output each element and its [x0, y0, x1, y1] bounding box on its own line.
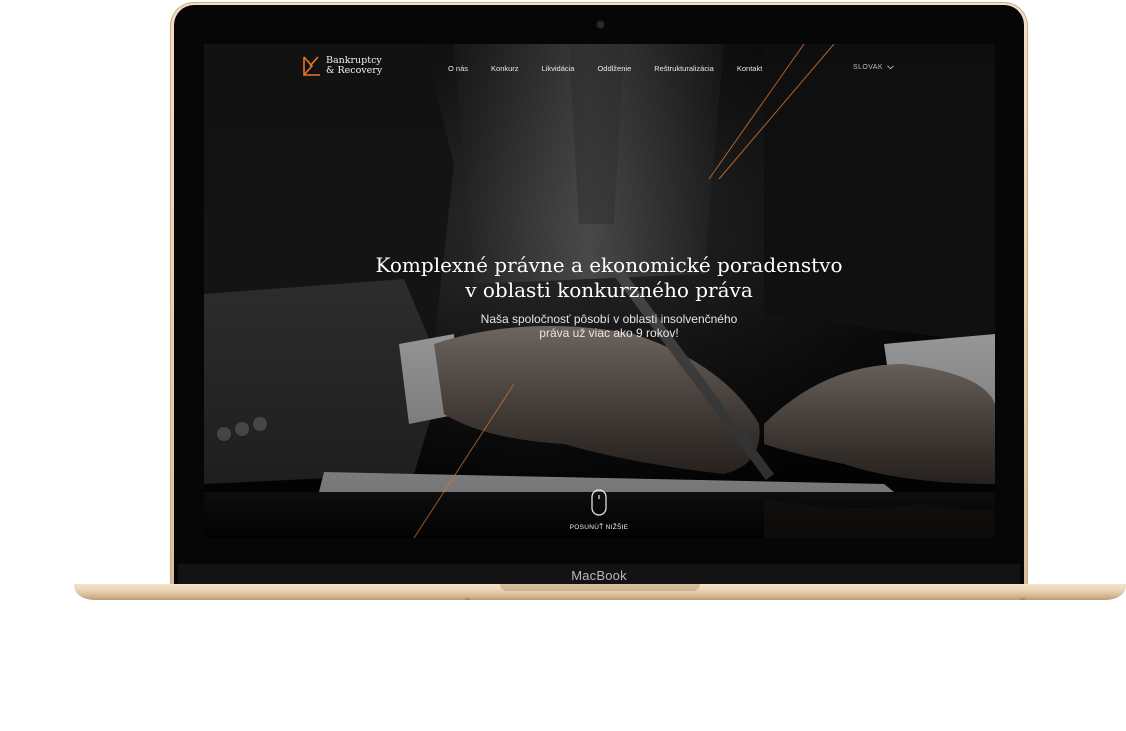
- nav-item-restrukturalizacia[interactable]: Reštrukturalizácia: [654, 64, 714, 73]
- nav-item-likvidacia[interactable]: Likvidácia: [542, 64, 575, 73]
- device-brand-label: MacBook: [571, 567, 627, 583]
- hero-subtitle-line-1: Naša spoločnosť pôsobí v oblasti insolve…: [480, 312, 738, 326]
- site-header: Bankruptcy & Recovery O nás Konkurz Likv…: [204, 44, 995, 94]
- mouse-icon: [591, 489, 607, 516]
- site-logo[interactable]: Bankruptcy & Recovery: [303, 56, 396, 76]
- nav-item-oddlzenie[interactable]: Oddlženie: [597, 64, 631, 73]
- hero-title-line-2: v oblasti konkurzného práva: [465, 278, 753, 302]
- hero-title-line-1: Komplexné právne a ekonomické poradenstv…: [375, 253, 843, 277]
- laptop-foot: [465, 598, 470, 600]
- language-selected: SLOVAK: [853, 64, 883, 71]
- laptop-foot: [1020, 598, 1025, 600]
- website-screen: Bankruptcy & Recovery O nás Konkurz Likv…: [204, 44, 995, 538]
- main-menu: O nás Konkurz Likvidácia Oddlženie Reštr…: [448, 64, 762, 73]
- logo-k-icon: [303, 56, 320, 76]
- scroll-down-label: POSUNÚŤ NIŽŠIE: [569, 524, 629, 531]
- camera-icon: [597, 21, 604, 28]
- nav-item-o-nas[interactable]: O nás: [448, 64, 468, 73]
- hero-subtitle: Naša spoločnosť pôsobí v oblasti insolve…: [434, 312, 784, 340]
- laptop-mockup: MacBook Bankruptcy & Recovery O nás Konk…: [0, 0, 1126, 731]
- language-selector[interactable]: SLOVAK: [853, 64, 894, 71]
- laptop-opening-notch: [500, 584, 700, 591]
- hero-title: Komplexné právne a ekonomické poradenstv…: [324, 253, 894, 303]
- hero-subtitle-line-2: práva už viac ako 9 rokov!: [539, 326, 679, 340]
- nav-item-kontakt[interactable]: Kontakt: [737, 64, 762, 73]
- bezel-chin: MacBook: [178, 564, 1020, 586]
- logo-wordmark: Bankruptcy & Recovery: [326, 56, 396, 76]
- chevron-down-icon: [887, 65, 894, 70]
- scroll-down-button[interactable]: POSUNÚŤ NIŽŠIE: [549, 489, 649, 531]
- nav-item-konkurz[interactable]: Konkurz: [491, 64, 519, 73]
- logo-line-2: & Recovery: [326, 65, 383, 76]
